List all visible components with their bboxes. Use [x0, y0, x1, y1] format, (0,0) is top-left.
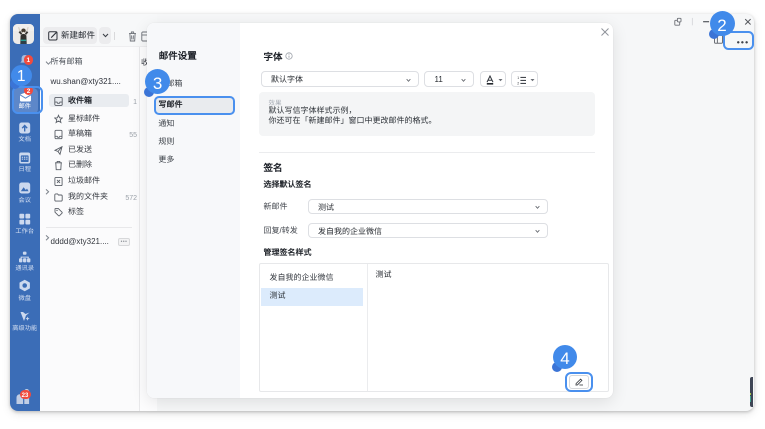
- svg-text:2: 2: [517, 81, 519, 84]
- svg-text:1: 1: [517, 76, 519, 80]
